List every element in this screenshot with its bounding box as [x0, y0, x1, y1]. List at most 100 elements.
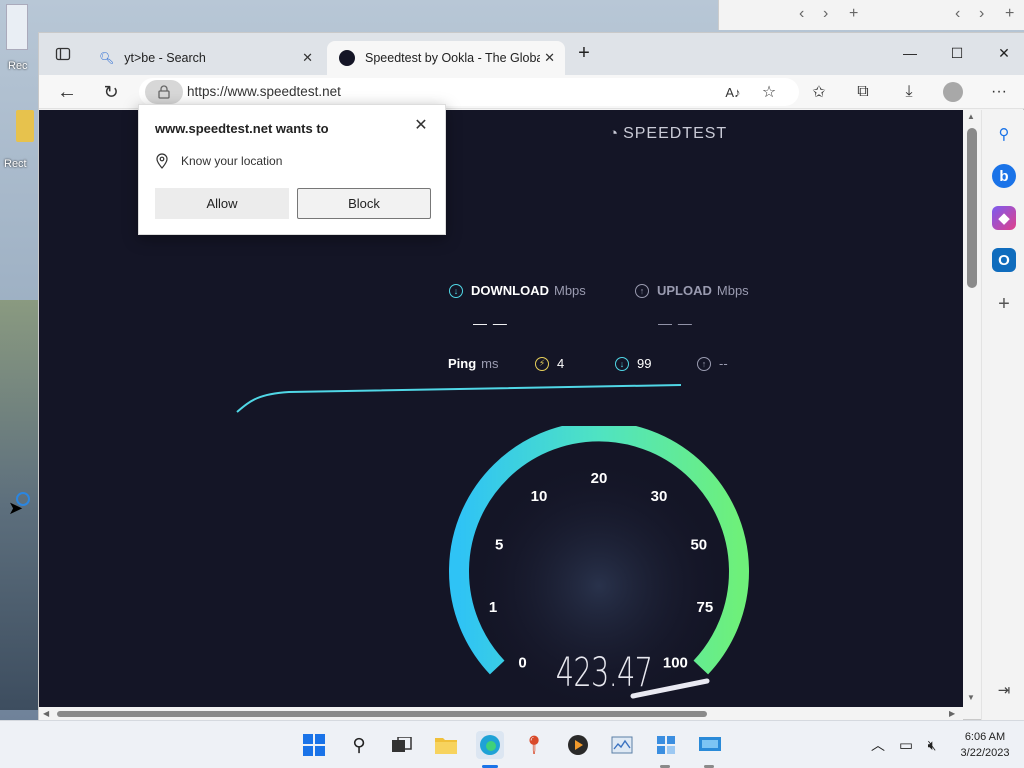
search-icon: 🔍︎ — [99, 51, 115, 65]
forward-arrow-icon[interactable]: › — [979, 5, 984, 23]
network-icon[interactable]: ▭ — [892, 731, 920, 759]
desktop-icon-label[interactable]: Rec — [8, 60, 28, 72]
outlook-icon[interactable]: O — [992, 248, 1016, 272]
search-icon[interactable]: ⚲ — [345, 731, 373, 759]
tab-bar: 🔍︎ yt>be - Search ✕ Speedtest by Ookla -… — [39, 33, 1024, 75]
speedtest-logo-icon: ◔ — [609, 125, 620, 142]
idle-ping: ⚡ 4 — [535, 356, 564, 371]
speed-graph-line — [236, 384, 682, 413]
tab-speedtest[interactable]: Speedtest by Ookla - The Global ✕ — [327, 41, 565, 75]
upload-label: ↑ UPLOAD Mbps — [635, 283, 749, 298]
new-tab-icon[interactable]: + — [849, 5, 858, 23]
office-icon[interactable]: ◆ — [992, 206, 1016, 230]
edge-browser-icon[interactable] — [476, 731, 504, 759]
new-tab-icon[interactable]: + — [1005, 5, 1014, 23]
recycle-bin-icon[interactable] — [6, 4, 28, 50]
download-title: DOWNLOAD — [471, 283, 549, 298]
lock-icon[interactable] — [145, 80, 183, 104]
task-view-icon[interactable] — [388, 731, 416, 759]
idle-ping-value: 4 — [557, 356, 565, 371]
search-icon[interactable]: ⚲ — [992, 122, 1016, 146]
taskbar: ⚲ 📍︎ ︿ ▭ 🔇︎ 6:06 AM 3/22/2023 — [0, 720, 1024, 768]
folder-icon[interactable] — [16, 110, 34, 142]
maps-pin-icon[interactable]: 📍︎ — [520, 731, 548, 759]
ping-label: Ping ms — [448, 356, 499, 371]
remote-desktop-icon[interactable] — [696, 731, 724, 759]
more-menu-icon[interactable]: ··· — [985, 79, 1013, 105]
upload-latency-icon: ↑ — [697, 356, 711, 371]
start-menu-icon[interactable] — [300, 731, 328, 759]
current-speed-value: 423.47 — [555, 650, 653, 696]
address-bar[interactable]: https://www.speedtest.net — [139, 78, 799, 106]
allow-button[interactable]: Allow — [155, 188, 289, 219]
collections-icon[interactable]: ⧉ — [849, 79, 877, 105]
upload-arrow-icon: ↑ — [635, 283, 649, 298]
background-window-titlebar: ‹ › + ‹ › + — [718, 0, 1024, 30]
horizontal-scroll-thumb[interactable] — [57, 711, 707, 717]
upload-ping-value: -- — [719, 356, 728, 371]
download-unit: Mbps — [554, 283, 586, 298]
vertical-scroll-thumb[interactable] — [967, 128, 977, 288]
gauge-tick-label: 75 — [697, 599, 714, 616]
tab-actions-icon[interactable] — [49, 41, 77, 67]
maximize-button[interactable]: ☐ — [934, 39, 980, 67]
download-latency-icon: ↓ — [615, 356, 629, 371]
gauge-tick-label: 10 — [531, 488, 548, 505]
add-favorite-icon[interactable]: ☆ — [755, 79, 783, 105]
vertical-scrollbar[interactable]: ▲ ▼ — [963, 110, 981, 707]
scroll-up-icon[interactable]: ▲ — [967, 112, 975, 121]
tab-title: yt>be - Search — [124, 51, 206, 65]
loading-spinner-icon — [16, 492, 30, 506]
gauge-tick-label: 50 — [690, 537, 707, 554]
system-clock[interactable]: 6:06 AM 3/22/2023 — [950, 729, 1020, 761]
profile-avatar-icon[interactable] — [939, 79, 967, 105]
back-arrow-icon[interactable]: ‹ — [955, 5, 960, 23]
back-button-icon[interactable]: ← — [53, 79, 81, 105]
close-window-button[interactable]: ✕ — [981, 39, 1024, 67]
read-aloud-icon[interactable]: A♪ — [719, 79, 747, 105]
clock-time: 6:06 AM — [964, 731, 1006, 743]
performance-monitor-icon[interactable] — [608, 731, 636, 759]
back-arrow-icon[interactable]: ‹ — [799, 5, 804, 23]
refresh-button-icon[interactable]: ↻ — [97, 79, 125, 105]
gauge-tick-label: 100 — [663, 654, 688, 671]
desktop-icon-label[interactable]: Rect — [4, 158, 27, 170]
close-icon[interactable]: ✕ — [409, 113, 433, 137]
close-tab-icon[interactable]: ✕ — [544, 50, 555, 66]
scroll-left-icon[interactable]: ◀ — [43, 709, 49, 718]
gauge-tick-label: 5 — [495, 537, 503, 554]
horizontal-scrollbar[interactable]: ◀ ▶ — [39, 707, 963, 721]
close-tab-icon[interactable]: ✕ — [302, 50, 313, 66]
minimize-button[interactable]: — — [887, 39, 933, 67]
ping-title: Ping — [448, 356, 477, 371]
download-ping: ↓ 99 — [615, 356, 651, 371]
scroll-down-icon[interactable]: ▼ — [967, 693, 975, 702]
upload-value: — — — [658, 315, 693, 331]
scroll-right-icon[interactable]: ▶ — [949, 709, 955, 718]
new-tab-button[interactable]: + — [569, 39, 599, 67]
url-text[interactable]: https://www.speedtest.net — [187, 84, 341, 99]
bing-chat-icon[interactable]: b — [992, 164, 1016, 188]
tab-title: Speedtest by Ookla - The Global — [365, 51, 540, 65]
gauge-tick-label: 30 — [651, 488, 668, 505]
file-explorer-icon[interactable] — [432, 731, 460, 759]
add-sidebar-app-icon[interactable]: + — [992, 292, 1016, 316]
app-window-icon[interactable] — [652, 731, 680, 759]
forward-arrow-icon[interactable]: › — [823, 5, 828, 23]
downloads-icon[interactable]: ⤓ — [895, 79, 923, 105]
clock-date: 3/22/2023 — [960, 747, 1010, 759]
speedtest-logo[interactable]: ◔ SPEEDTEST — [609, 125, 727, 143]
hide-sidebar-icon[interactable]: ⇥ — [992, 678, 1016, 702]
tab-search[interactable]: 🔍︎ yt>be - Search ✕ — [87, 41, 323, 75]
upload-ping: ↑ -- — [697, 356, 728, 371]
media-player-icon[interactable] — [564, 731, 592, 759]
favorites-icon[interactable]: ✩ — [805, 79, 833, 105]
download-value: — — — [473, 315, 508, 331]
location-pin-icon — [156, 153, 168, 169]
block-button[interactable]: Block — [297, 188, 431, 219]
volume-muted-icon[interactable]: 🔇︎ — [918, 731, 946, 759]
logo-text: SPEEDTEST — [623, 125, 728, 142]
speedtest-favicon-icon — [339, 50, 355, 66]
gauge-tick-label: 1 — [489, 599, 497, 616]
show-hidden-icons-chevron-up-icon[interactable]: ︿ — [864, 731, 892, 759]
